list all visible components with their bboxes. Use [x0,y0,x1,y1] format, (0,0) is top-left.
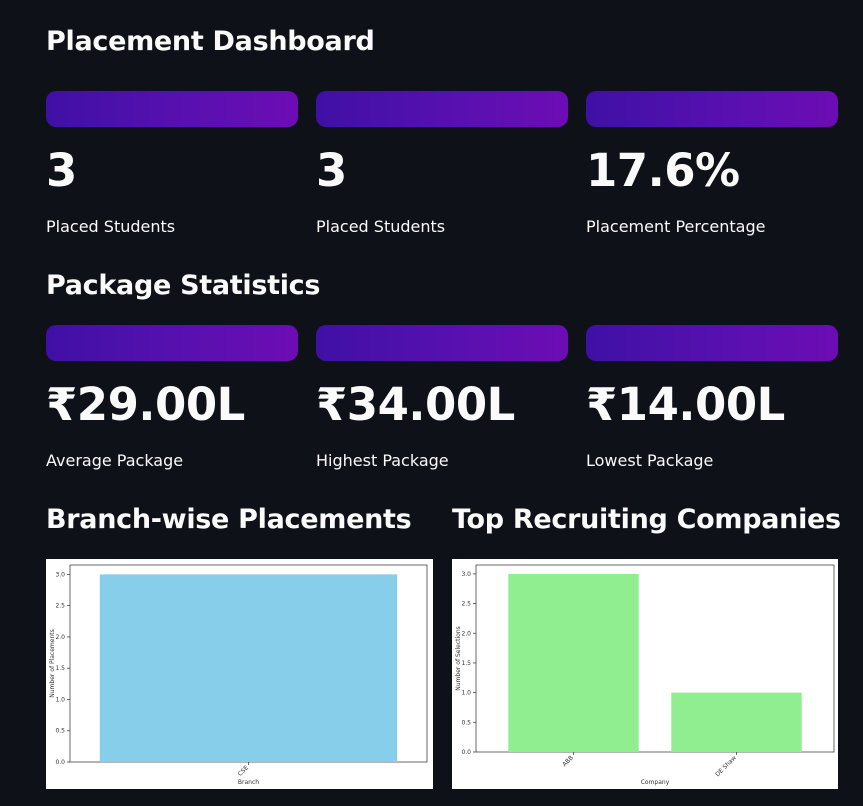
page-title: Placement Dashboard [46,26,375,57]
section-title-package-statistics: Package Statistics [46,270,321,301]
metric-value-placed-students: 3 [46,144,77,197]
companies-chart-svg: 0.0 0.5 1.0 1.5 2.0 2.5 3.0 ABB DE Shaw Company Nu… [455,564,835,786]
y-axis-label: Number of Selections [455,626,462,690]
metric-card-banner [316,325,568,361]
section-title-top-recruiting-companies: Top Recruiting Companies [452,504,841,535]
y-tick-label: 2.0 [461,630,471,637]
y-tick-label: 1.5 [55,665,65,672]
y-tick-label: 2.5 [55,603,65,610]
y-tick-label: 1.5 [461,660,471,667]
metric-label-highest-package: Highest Package [316,451,449,470]
metric-value-average-package: ₹29.00L [46,378,245,431]
metric-card-banner [586,91,838,127]
metric-label-placed-students: Placed Students [46,217,176,236]
y-tick-label: 2.0 [55,634,65,641]
y-tick-label: 0.0 [55,759,65,766]
bar-cse [99,574,398,762]
x-tick-label: ABB [561,754,575,768]
bar-de-shaw [671,692,802,752]
bar-abb [508,573,639,752]
metric-card-banner [316,91,568,127]
companies-chart: 0.0 0.5 1.0 1.5 2.0 2.5 3.0 ABB DE Shaw Company Nu… [452,559,838,789]
y-tick-label: 2.5 [461,601,471,608]
y-tick-label: 3.0 [461,571,471,578]
metric-label-placed-students: Placed Students [316,217,446,236]
metric-value-placement-percentage: 17.6% [586,144,740,197]
x-axis-label: Company [641,779,670,786]
metric-card-banner [46,325,298,361]
y-tick-label: 1.0 [461,690,471,697]
branch-chart: 0.0 0.5 1.0 1.5 2.0 2.5 3.0 CSE Branch Number of … [46,559,433,789]
y-tick-label: 0.5 [461,719,471,726]
metric-value-placed-students: 3 [316,144,347,197]
y-tick-label: 0.0 [461,749,471,756]
y-axis-label: Number of Placements [49,629,56,697]
x-tick-label: DE Shaw [714,754,738,778]
metric-value-highest-package: ₹34.00L [316,378,515,431]
metric-label-average-package: Average Package [46,451,184,470]
metric-card-banner [586,325,838,361]
section-title-branch-wise-placements: Branch-wise Placements [46,504,412,535]
metric-card-banner [46,91,298,127]
y-tick-label: 0.5 [55,728,65,735]
metric-label-placement-percentage: Placement Percentage [586,217,766,236]
metric-value-lowest-package: ₹14.00L [586,378,785,431]
y-tick-label: 3.0 [55,571,65,578]
x-tick-label: CSE [237,764,250,777]
branch-chart-svg: 0.0 0.5 1.0 1.5 2.0 2.5 3.0 CSE Branch Number of … [49,564,428,786]
metric-label-lowest-package: Lowest Package [586,451,714,470]
y-tick-label: 1.0 [55,696,65,703]
x-axis-label: Branch [238,779,259,786]
